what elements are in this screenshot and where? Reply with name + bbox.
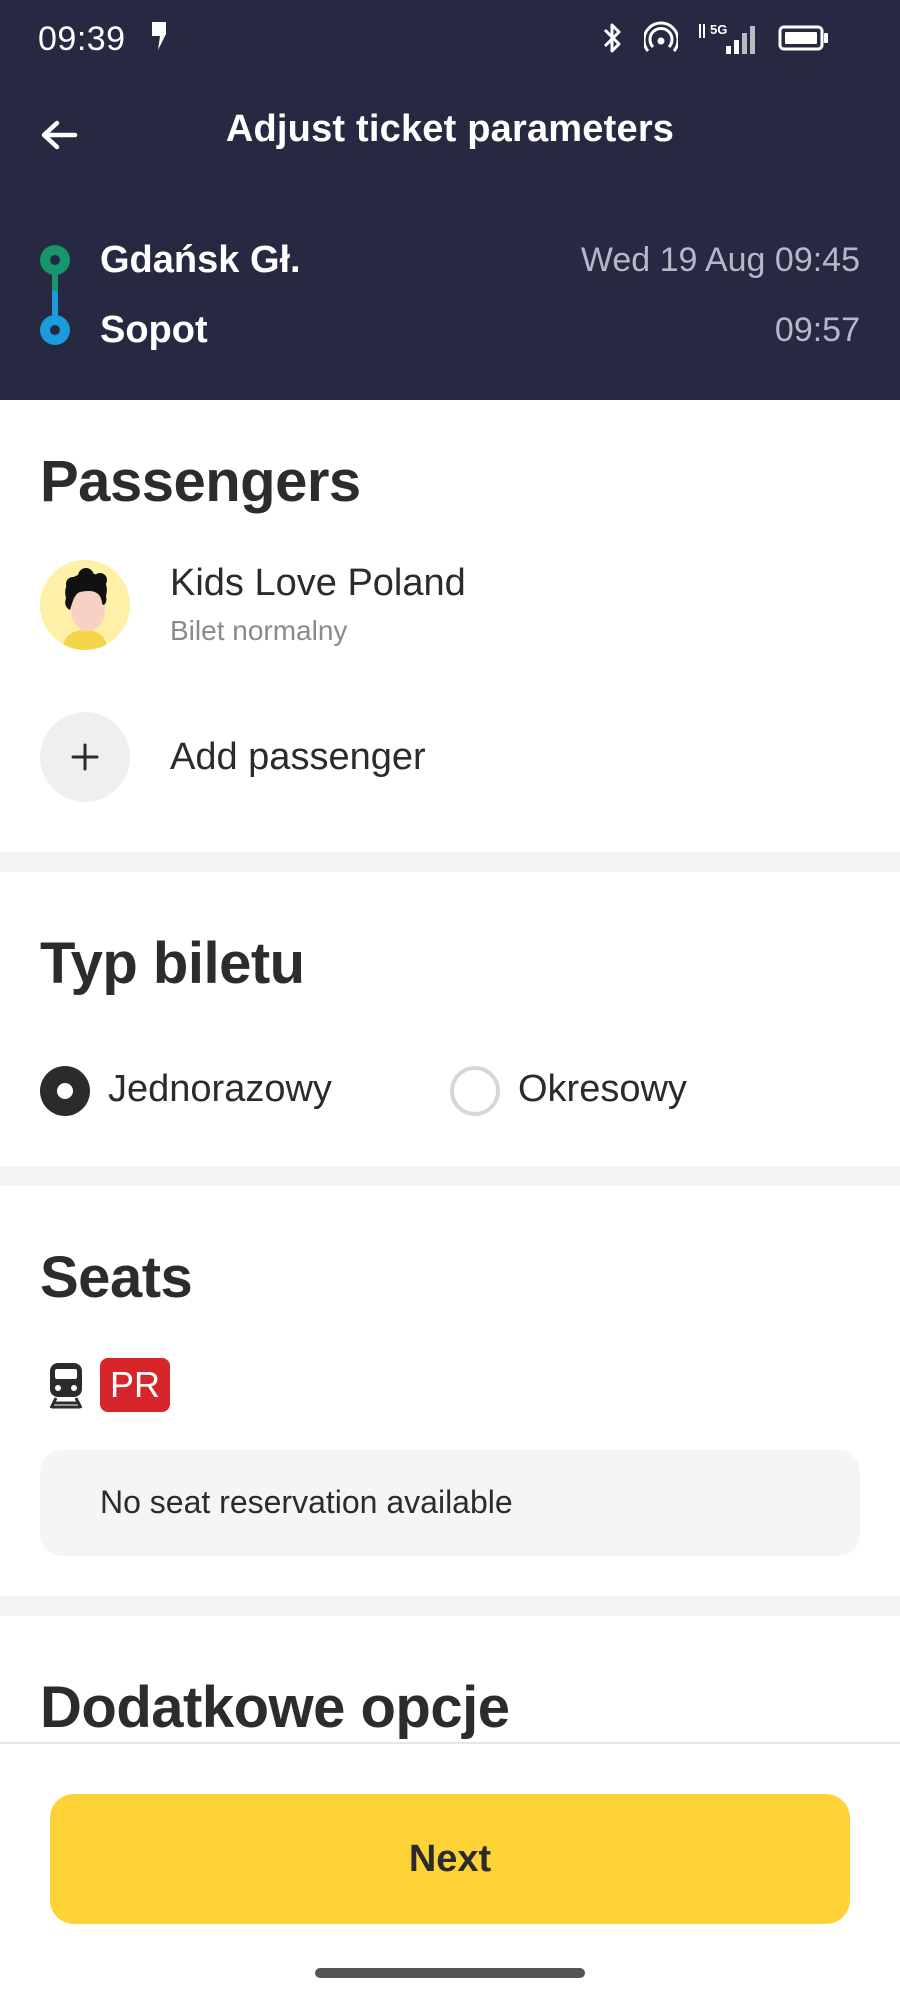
network-type-label: 5G — [710, 22, 727, 37]
ticket-type-heading: Typ biletu — [40, 931, 305, 996]
section-divider — [0, 1166, 900, 1186]
radio-jednorazowy[interactable] — [40, 1066, 90, 1116]
status-icons: 5G — [600, 20, 830, 56]
notification-icon — [152, 22, 166, 50]
next-button[interactable]: Next — [50, 1794, 850, 1924]
home-indicator[interactable] — [315, 1968, 585, 1978]
add-passenger-label[interactable]: Add passenger — [170, 736, 426, 779]
header: 09:39 5G Adjust ticket parameters Gdańsk… — [0, 0, 900, 400]
section-divider — [0, 852, 900, 872]
radio-label-jednorazowy[interactable]: Jednorazowy — [108, 1068, 332, 1111]
section-divider — [0, 1596, 900, 1616]
add-passenger-button[interactable] — [40, 712, 130, 802]
departure-dot-icon — [40, 245, 70, 275]
avatar-illustration — [40, 560, 130, 650]
departure-time: Wed 19 Aug 09:45 — [580, 241, 860, 279]
extras-heading: Dodatkowe opcje — [40, 1675, 510, 1740]
carrier-badge: PR — [100, 1358, 170, 1412]
bottom-action-bar: Next — [0, 1742, 900, 2001]
departure-station: Gdańsk Gł. — [100, 239, 301, 281]
passengers-heading: Passengers — [40, 449, 361, 514]
hotspot-icon — [644, 21, 678, 52]
bluetooth-icon — [603, 23, 621, 53]
person-avatar-icon[interactable] — [40, 560, 130, 650]
arrival-station: Sopot — [100, 309, 208, 351]
seat-info-text: No seat reservation available — [100, 1484, 513, 1520]
signal-icon: 5G — [699, 22, 755, 54]
passenger-name[interactable]: Kids Love Poland — [170, 562, 466, 605]
radio-okresowy[interactable] — [450, 1066, 500, 1116]
arrival-time: 09:57 — [774, 311, 860, 349]
route-summary: Gdańsk Gł. Sopot Wed 19 Aug 09:45 09:57 — [0, 225, 900, 365]
status-time: 09:39 — [38, 20, 126, 58]
seat-info-box: No seat reservation available — [40, 1450, 860, 1556]
page-title: Adjust ticket parameters — [225, 108, 675, 150]
radio-label-okresowy[interactable]: Okresowy — [518, 1068, 687, 1111]
plus-icon — [71, 743, 99, 771]
train-icon — [49, 1363, 83, 1409]
battery-icon — [778, 25, 828, 51]
arrival-dot-icon — [40, 315, 70, 345]
seats-heading: Seats — [40, 1245, 193, 1310]
status-bar: 09:39 5G — [0, 0, 900, 76]
passenger-ticket-type: Bilet normalny — [170, 615, 348, 646]
